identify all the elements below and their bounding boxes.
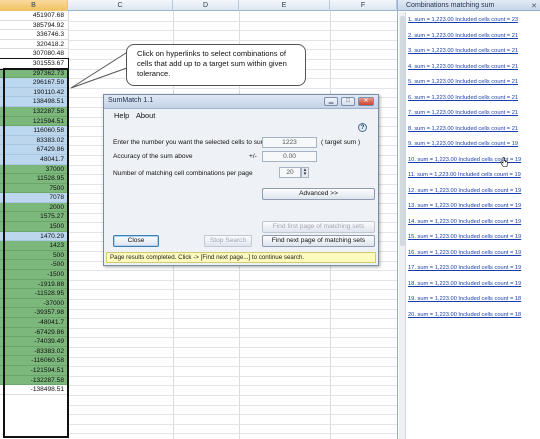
callout-note: Click on hyperlinks to select combinatio… bbox=[126, 44, 306, 86]
column-header-b[interactable]: B bbox=[0, 0, 68, 11]
cell-b[interactable]: 320418.2 bbox=[0, 40, 68, 50]
selected-range-outline bbox=[3, 68, 69, 438]
column-header-f[interactable]: F bbox=[330, 0, 397, 11]
cell-b[interactable]: 336746.3 bbox=[0, 30, 68, 40]
combination-link[interactable]: 18. sum = 1,223.00 Included cells count … bbox=[408, 278, 540, 294]
minimize-icon: ▁ bbox=[328, 98, 334, 104]
column-headers: B C D E F bbox=[0, 0, 397, 11]
grid-hline bbox=[68, 414, 397, 416]
menu-about[interactable]: About bbox=[136, 111, 155, 120]
combination-link[interactable]: 17. sum = 1,223.00 Included cells count … bbox=[408, 262, 540, 278]
pane-close-icon[interactable]: ✕ bbox=[531, 1, 537, 12]
grid-hline bbox=[68, 385, 397, 387]
combination-link[interactable]: 15. sum = 1,223.00 Included cells count … bbox=[408, 231, 540, 247]
plus-minus-label: +/- bbox=[249, 153, 257, 160]
dialog-titlebar[interactable]: SumMatch 1.1 ▁ □ ✕ bbox=[104, 95, 378, 109]
maximize-button[interactable]: □ bbox=[341, 97, 355, 106]
grid-hline bbox=[68, 289, 397, 291]
combination-link[interactable]: 2. sum = 1,223.00 Included cells count =… bbox=[408, 30, 540, 46]
grid-hline bbox=[68, 39, 397, 41]
combination-link[interactable]: 14. sum = 1,223.00 Included cells count … bbox=[408, 216, 540, 232]
combination-link[interactable]: 12. sum = 1,223.00 Included cells count … bbox=[408, 185, 540, 201]
combination-link[interactable]: 19. sum = 1,223.00 Included cells count … bbox=[408, 293, 540, 309]
combination-link[interactable]: 6. sum = 1,223.00 Included cells count =… bbox=[408, 92, 540, 108]
column-header-d[interactable]: D bbox=[173, 0, 239, 11]
find-first-page-button[interactable]: Find first page of matching sets bbox=[262, 221, 375, 233]
grid-hline bbox=[68, 375, 397, 377]
grid-hline bbox=[68, 279, 397, 281]
grid-hline bbox=[68, 337, 397, 339]
combination-link[interactable]: 1. sum = 1,223.00 Included cells count =… bbox=[408, 14, 540, 30]
combination-link[interactable]: 11. sum = 1,223.00 Included cells count … bbox=[408, 169, 540, 185]
advanced-button[interactable]: Advanced >> bbox=[262, 188, 375, 200]
grid-hline bbox=[68, 366, 397, 368]
combination-link[interactable]: 5. sum = 1,223.00 Included cells count =… bbox=[408, 76, 540, 92]
combination-link[interactable]: 3. sum = 1,223.00 Included cells count =… bbox=[408, 45, 540, 61]
pane-title: Combinations matching sum bbox=[406, 2, 495, 9]
column-header-e[interactable]: E bbox=[239, 0, 330, 11]
per-page-input[interactable]: 20 bbox=[279, 167, 301, 178]
combination-link[interactable]: 16. sum = 1,223.00 Included cells count … bbox=[408, 247, 540, 263]
grid-hline bbox=[68, 30, 397, 32]
target-sum-label: Enter the number you want the selected c… bbox=[113, 139, 274, 146]
cell-b[interactable]: 451907.68 bbox=[0, 11, 68, 21]
cell-b[interactable]: 385794.92 bbox=[0, 21, 68, 31]
callout-text: Click on hyperlinks to select combinatio… bbox=[137, 49, 287, 78]
grid-hline bbox=[68, 299, 397, 300]
find-next-page-button[interactable]: Find next page of matching sets bbox=[262, 235, 375, 247]
grid-hline bbox=[68, 308, 397, 310]
summatch-dialog: SumMatch 1.1 ▁ □ ✕ Help About ? Enter th… bbox=[103, 94, 379, 266]
cell-b[interactable]: 307080.48 bbox=[0, 49, 68, 59]
help-question-icon[interactable]: ? bbox=[358, 123, 367, 132]
pane-header: Combinations matching sum ✕ bbox=[398, 0, 540, 11]
accuracy-input[interactable]: 0.00 bbox=[262, 151, 317, 162]
maximize-icon: □ bbox=[346, 98, 350, 104]
spin-down-icon[interactable]: ▼ bbox=[302, 171, 308, 176]
close-button[interactable]: Close bbox=[113, 235, 159, 247]
grid-hline bbox=[68, 395, 397, 396]
close-window-button[interactable]: ✕ bbox=[358, 97, 374, 106]
grid-hline bbox=[68, 270, 397, 272]
combination-link[interactable]: 9. sum = 1,223.00 Included cells count =… bbox=[408, 138, 540, 154]
combination-link[interactable]: 20. sum = 1,223.00 Included cells count … bbox=[408, 309, 540, 325]
per-page-stepper[interactable]: ▲ ▼ bbox=[301, 167, 309, 178]
combinations-pane: Combinations matching sum ✕ 1. sum = 1,2… bbox=[397, 0, 540, 439]
grid-hline bbox=[68, 433, 397, 435]
close-icon: ✕ bbox=[363, 98, 369, 104]
menu-help[interactable]: Help bbox=[114, 111, 129, 120]
grid-hline bbox=[68, 347, 397, 348]
grid-hline bbox=[68, 327, 397, 329]
grid-hline bbox=[68, 423, 397, 425]
target-sum-suffix: ( target sum ) bbox=[321, 139, 361, 146]
grid-hline bbox=[68, 356, 397, 358]
combination-list: 1. sum = 1,223.00 Included cells count =… bbox=[408, 14, 540, 324]
dialog-title: SumMatch 1.1 bbox=[108, 97, 154, 104]
stop-search-button[interactable]: Stop Search bbox=[204, 235, 252, 247]
target-sum-input[interactable]: 1223 bbox=[262, 137, 317, 148]
grid-hline bbox=[68, 20, 397, 22]
combination-link[interactable]: 13. sum = 1,223.00 Included cells count … bbox=[408, 200, 540, 216]
combination-link[interactable]: 10. sum = 1,223.00 Included cells count … bbox=[408, 154, 540, 170]
pane-scroll-thumb[interactable] bbox=[400, 16, 405, 246]
dialog-menubar: Help About bbox=[104, 109, 378, 121]
pane-scrollbar[interactable] bbox=[399, 12, 406, 439]
grid-hline bbox=[68, 318, 397, 320]
dialog-status-bar: Page results completed. Click -> [Find n… bbox=[106, 252, 376, 263]
mouse-pointer-icon bbox=[500, 157, 508, 167]
accuracy-label: Accuracy of the sum above bbox=[113, 153, 193, 160]
combination-link[interactable]: 7. sum = 1,223.00 Included cells count =… bbox=[408, 107, 540, 123]
minimize-button[interactable]: ▁ bbox=[324, 97, 338, 106]
combination-link[interactable]: 8. sum = 1,223.00 Included cells count =… bbox=[408, 123, 540, 139]
combination-link[interactable]: 4. sum = 1,223.00 Included cells count =… bbox=[408, 61, 540, 77]
grid-hline bbox=[68, 404, 397, 406]
column-header-c[interactable]: C bbox=[68, 0, 173, 11]
per-page-label: Number of matching cell combinations per… bbox=[113, 170, 253, 177]
